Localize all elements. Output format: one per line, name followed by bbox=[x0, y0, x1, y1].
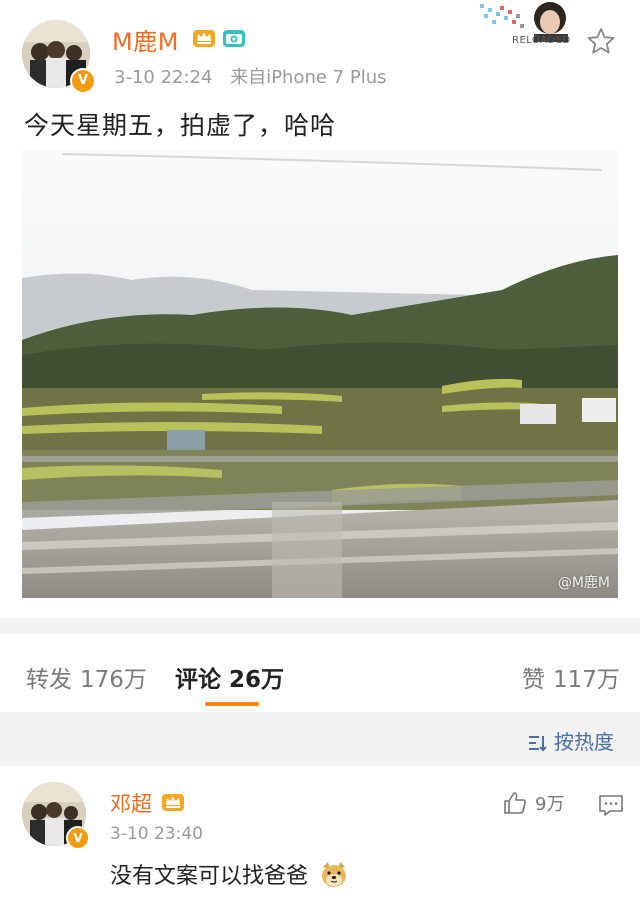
tab-repost-count: 176万 bbox=[80, 667, 147, 693]
tab-like-label: 赞 bbox=[522, 667, 545, 693]
reloaded-badge-text: RELOADED bbox=[512, 35, 571, 46]
thumbs-up-icon bbox=[504, 792, 526, 814]
interaction-tabs: 转发 176万 评论 26万 赞 117万 bbox=[0, 634, 640, 712]
reloaded-badge-graphic bbox=[480, 2, 568, 42]
tab-comment-count: 26万 bbox=[229, 667, 285, 693]
crown-vip-icon bbox=[193, 30, 215, 47]
post-photo[interactable]: @M鹿M bbox=[22, 150, 618, 598]
post-username[interactable]: M鹿M bbox=[112, 22, 179, 57]
tab-comment-label: 评论 bbox=[175, 667, 221, 693]
active-tab-indicator bbox=[205, 702, 259, 706]
sort-label: 按热度 bbox=[554, 730, 614, 754]
sort-bar: 按热度 bbox=[0, 712, 640, 766]
comment-like-count: 9万 bbox=[535, 794, 565, 815]
comment-text-content: 没有文案可以找爸爸 bbox=[110, 864, 309, 889]
tab-comment[interactable]: 评论 26万 bbox=[175, 660, 284, 694]
comment-time: 3-10 23:40 bbox=[110, 824, 203, 844]
comment-item: V 邓超 3-10 23:40 没有文案可以找爸爸 9万 bbox=[0, 766, 640, 907]
doge-emoji-icon bbox=[322, 862, 347, 887]
tab-like[interactable]: 赞 117万 bbox=[522, 660, 620, 694]
post-meta: 3-10 22:24 来自iPhone 7 Plus bbox=[114, 63, 386, 89]
post-source: 来自iPhone 7 Plus bbox=[230, 67, 387, 88]
section-divider bbox=[0, 618, 640, 634]
sort-icon bbox=[529, 736, 547, 752]
verified-badge-icon: V bbox=[70, 68, 96, 94]
photo-watermark: @M鹿M bbox=[557, 575, 610, 591]
camera-icon bbox=[223, 30, 245, 47]
post-text: 今天星期五，拍虚了，哈哈 bbox=[24, 111, 337, 140]
comment-like-button[interactable]: 9万 bbox=[503, 790, 564, 816]
tab-repost[interactable]: 转发 176万 bbox=[26, 660, 147, 694]
favorite-star-icon[interactable] bbox=[586, 27, 616, 55]
tab-repost-label: 转发 bbox=[26, 667, 72, 693]
comment-text: 没有文案可以找爸爸 bbox=[110, 858, 349, 890]
sort-by-hot-button[interactable]: 按热度 bbox=[528, 726, 614, 755]
reply-comment-icon[interactable] bbox=[598, 794, 624, 818]
crown-vip-icon bbox=[162, 794, 184, 811]
post-date: 3-10 22:24 bbox=[114, 67, 213, 88]
commenter-verified-icon: V bbox=[66, 826, 90, 850]
tab-like-count: 117万 bbox=[553, 667, 620, 693]
commenter-username[interactable]: 邓超 bbox=[110, 788, 152, 818]
post-header: V M鹿M 3-10 22:24 来自iPhone 7 Plus RELOADE… bbox=[0, 0, 640, 100]
